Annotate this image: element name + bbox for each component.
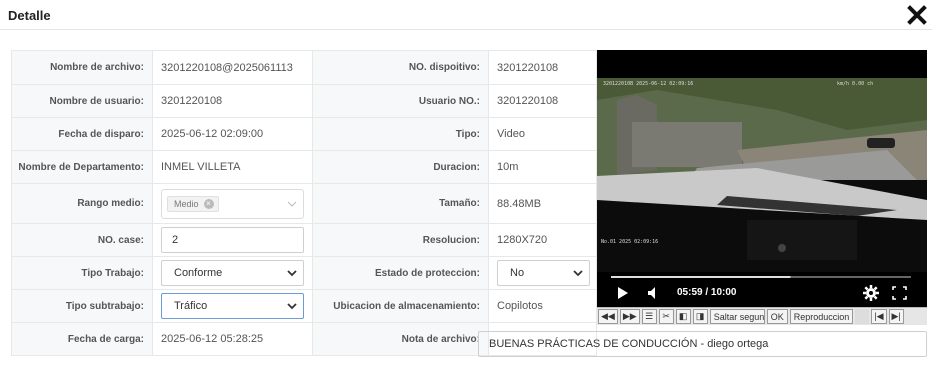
tag-remove-icon[interactable]: × xyxy=(203,198,214,209)
first-frame-icon[interactable]: |◀ xyxy=(871,309,887,324)
department-label: Nombre de Departamento: xyxy=(11,150,153,184)
file-name-value: 3201220108@2025061113 xyxy=(152,50,313,85)
frame-forward-icon[interactable]: ◨ xyxy=(692,309,708,324)
list-icon[interactable]: ☰ xyxy=(641,309,657,324)
case-input[interactable]: 2 xyxy=(161,227,304,253)
play-icon[interactable] xyxy=(617,286,629,300)
storage-value: Copilotos xyxy=(488,289,597,323)
work-subtype-label: Tipo subtrabajo: xyxy=(11,289,153,323)
range-label: Rango medio: xyxy=(11,183,153,224)
dialog-header: Detalle xyxy=(0,0,932,30)
size-value: 88.48MB xyxy=(488,183,597,224)
case-label: NO. case: xyxy=(11,223,153,257)
storage-label: Ubicacion de almacenamiento: xyxy=(312,289,489,323)
duration-value: 10m xyxy=(488,150,597,184)
work-type-label: Tipo Trabajo: xyxy=(11,256,153,290)
playback-toolbar: ◀◀ ▶▶ ☰ ✂ ◧ ◨ Saltar segundo OK Reproduc… xyxy=(597,307,927,325)
note-label: Nota de archivo: xyxy=(312,322,489,356)
chevron-down-icon xyxy=(287,201,297,207)
department-value: INMEL VILLETA xyxy=(152,150,313,184)
close-icon[interactable] xyxy=(906,4,928,26)
fullscreen-icon[interactable] xyxy=(892,286,907,300)
device-value: 3201220108 xyxy=(488,50,597,85)
protection-value: No xyxy=(510,267,525,279)
note-input[interactable]: BUENAS PRÁCTICAS DE CONDUCCIÓN - diego o… xyxy=(478,331,927,357)
chevron-down-icon xyxy=(573,270,583,277)
user-name-label: Nombre de usuario: xyxy=(11,84,153,118)
range-multiselect[interactable]: Medio × xyxy=(161,188,304,219)
range-cell: Medio × xyxy=(152,183,313,224)
svg-text:No.01 2025 02:09:16: No.01 2025 02:09:16 xyxy=(601,239,658,245)
trigger-date-label: Fecha de disparo: xyxy=(11,117,153,151)
work-type-cell: Conforme xyxy=(152,256,313,290)
chevron-down-icon xyxy=(287,270,297,277)
resolution-label: Resolucion: xyxy=(312,223,489,257)
dialog-title: Detalle xyxy=(8,8,51,23)
trigger-date-value: 2025-06-12 02:09:00 xyxy=(152,117,313,151)
skip-seconds-input[interactable]: Saltar segundo xyxy=(709,309,765,324)
frame-back-icon[interactable]: ◧ xyxy=(675,309,691,324)
work-subtype-cell: Tráfico xyxy=(152,289,313,323)
last-frame-icon[interactable]: ▶| xyxy=(888,309,904,324)
file-name-label: Nombre de archivo: xyxy=(11,50,153,85)
resolution-value: 1280X720 xyxy=(488,223,597,257)
user-name-value: 3201220108 xyxy=(152,84,313,118)
range-tag-label: Medio xyxy=(174,198,199,209)
time-display: 05:59 / 10:00 xyxy=(677,287,737,298)
type-value: Video xyxy=(488,117,597,151)
toolbar-spacer xyxy=(855,309,870,324)
ok-button[interactable]: OK xyxy=(766,309,788,324)
playback-button[interactable]: Reproduccion xyxy=(789,309,854,324)
upload-date-label: Fecha de carga: xyxy=(11,322,153,356)
work-subtype-value: Tráfico xyxy=(174,300,208,312)
protection-label: Estado de proteccion: xyxy=(312,256,489,290)
user-no-value: 3201220108 xyxy=(488,84,597,118)
work-subtype-select[interactable]: Tráfico xyxy=(161,293,304,319)
scissors-icon[interactable]: ✂ xyxy=(658,309,674,324)
duration-label: Duracion: xyxy=(312,150,489,184)
device-label: NO. dispoitivo: xyxy=(312,50,489,85)
detail-table: Nombre de archivo: 3201220108@2025061113… xyxy=(11,50,597,356)
work-type-select[interactable]: Conforme xyxy=(161,260,304,286)
fast-forward-icon[interactable]: ▶▶ xyxy=(619,309,640,324)
upload-date-value: 2025-06-12 05:28:25 xyxy=(152,322,313,356)
range-tag: Medio × xyxy=(167,195,219,212)
rewind-icon[interactable]: ◀◀ xyxy=(598,309,618,324)
chevron-down-icon xyxy=(287,303,297,310)
size-label: Tamaño: xyxy=(312,183,489,224)
type-label: Tipo: xyxy=(312,117,489,151)
protection-cell: No xyxy=(488,256,597,290)
progress-fill xyxy=(611,276,791,278)
video-player[interactable]: 320122010B 2025-06-12 02:09:16 km/h 0.00… xyxy=(597,50,927,308)
protection-select[interactable]: No xyxy=(497,260,590,286)
case-cell: 2 xyxy=(152,223,313,257)
gear-icon[interactable] xyxy=(863,285,879,301)
svg-text:320122010B 2025-06-12 02:09:16: 320122010B 2025-06-12 02:09:16 xyxy=(603,81,693,87)
video-frame: 320122010B 2025-06-12 02:09:16 km/h 0.00… xyxy=(597,50,927,272)
work-type-value: Conforme xyxy=(174,267,223,279)
volume-icon[interactable] xyxy=(646,286,660,300)
user-no-label: Usuario NO.: xyxy=(312,84,489,118)
svg-text:km/h 0.00 ch: km/h 0.00 ch xyxy=(837,81,873,87)
